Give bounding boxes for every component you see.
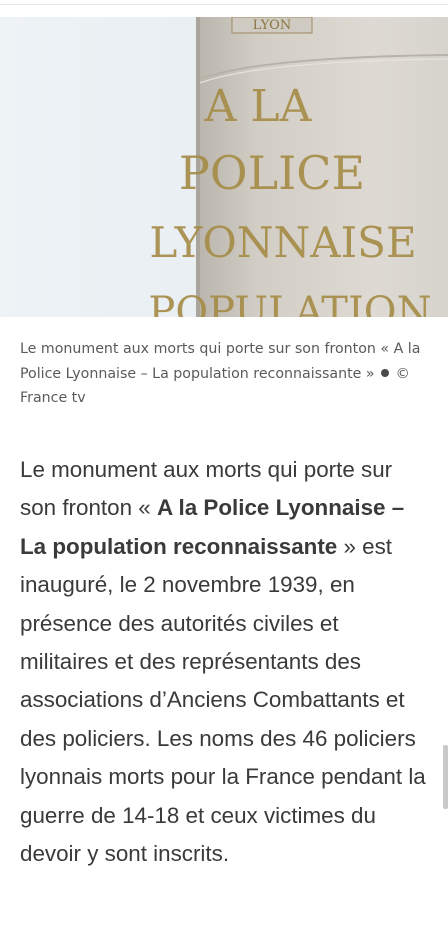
caption-text: Le monument aux morts qui porte sur son … xyxy=(20,341,421,382)
scrollbar-thumb[interactable] xyxy=(443,745,448,809)
inscription-line: LYON xyxy=(253,18,291,33)
top-divider xyxy=(0,4,448,5)
inscription-line: POPULATION xyxy=(148,289,431,317)
inscription-line: A LA xyxy=(204,81,313,132)
image-caption: Le monument aux morts qui porte sur son … xyxy=(20,337,432,411)
paragraph-rest: » est inauguré, le 2 novembre 1939, en p… xyxy=(20,533,426,867)
article-paragraph: Le monument aux morts qui porte sur son … xyxy=(20,451,428,873)
inscription-line: POLICE xyxy=(179,146,365,200)
inscription-line: LYONNAISE xyxy=(149,218,416,267)
monument-image: LYON A LA POLICE LYONNAISE POPULATION xyxy=(0,17,448,317)
bullet-dot-icon xyxy=(381,368,390,377)
article-image[interactable]: LYON A LA POLICE LYONNAISE POPULATION xyxy=(0,17,448,317)
